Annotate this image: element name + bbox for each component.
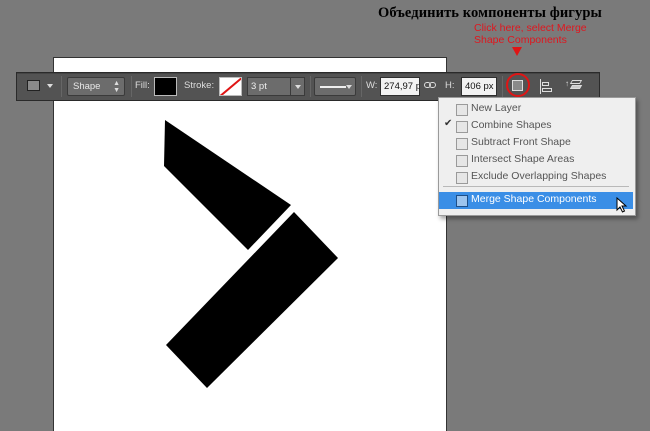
shape-artwork <box>164 120 338 388</box>
height-input[interactable]: 406 px <box>461 77 497 96</box>
menu-item-new-layer[interactable]: New Layer <box>439 101 633 117</box>
height-value: 406 px <box>465 81 494 92</box>
subtract-front-shape-icon <box>456 138 468 150</box>
document-canvas[interactable] <box>53 57 447 431</box>
upper-rectangle-shape <box>164 120 291 250</box>
stroke-type-select[interactable] <box>314 77 356 96</box>
combine-shapes-icon <box>456 121 468 133</box>
link-icon[interactable] <box>424 81 438 91</box>
merge-shape-components-icon <box>456 195 468 207</box>
width-input[interactable]: 274,97 p <box>380 77 420 96</box>
menu-item-label: Combine Shapes <box>471 119 552 131</box>
menu-item-label: Intersect Shape Areas <box>471 153 575 165</box>
width-value: 274,97 p <box>384 81 420 92</box>
highlight-circle <box>506 73 530 97</box>
stroke-label: Stroke: <box>184 80 215 91</box>
menu-item-label: Exclude Overlapping Shapes <box>471 170 607 182</box>
fill-label: Fill: <box>135 80 150 91</box>
path-arrangement-button[interactable]: ↑ <box>564 77 584 96</box>
fill-swatch[interactable] <box>154 77 177 96</box>
new-layer-icon <box>456 104 468 116</box>
chevron-down-icon <box>290 78 304 95</box>
menu-item-label: Subtract Front Shape <box>471 136 571 148</box>
menu-item-intersect-shape-areas[interactable]: Intersect Shape Areas <box>439 152 633 168</box>
menu-item-merge-shape-components[interactable]: Merge Shape Components <box>439 192 633 209</box>
width-label: W: <box>366 80 378 91</box>
spinner-arrows-icon: ▲ ▼ <box>113 80 120 94</box>
menu-item-subtract-front-shape[interactable]: Subtract Front Shape <box>439 135 633 151</box>
tool-preset-picker[interactable] <box>25 77 43 96</box>
annotation-note: Click here, select Merge Shape Component… <box>474 22 587 46</box>
height-label: H: <box>445 80 455 91</box>
stroke-swatch[interactable] <box>219 77 242 96</box>
menu-item-combine-shapes[interactable]: ✔ Combine Shapes <box>439 118 633 134</box>
path-alignment-icon <box>540 79 541 94</box>
mouse-cursor-icon <box>616 197 628 213</box>
menu-item-exclude-overlapping-shapes[interactable]: Exclude Overlapping Shapes <box>439 169 633 185</box>
path-operations-menu: New Layer ✔ Combine Shapes Subtract Fron… <box>438 97 636 216</box>
tool-mode-value: Shape <box>73 81 101 92</box>
menu-item-label: Merge Shape Components <box>471 193 597 205</box>
exclude-overlapping-shapes-icon <box>456 172 468 184</box>
checkmark-icon: ✔ <box>444 118 453 129</box>
chevron-down-icon[interactable] <box>47 84 53 88</box>
menu-divider <box>443 186 629 187</box>
path-alignment-button[interactable] <box>537 77 557 96</box>
line-style-icon <box>320 86 346 88</box>
stroke-width-input[interactable]: 3 pt <box>247 77 305 96</box>
tutorial-heading: Объединить компоненты фигуры <box>378 5 602 21</box>
menu-item-label: New Layer <box>471 102 522 114</box>
no-stroke-icon <box>220 78 241 95</box>
path-arrangement-icon <box>569 80 583 84</box>
tool-mode-select[interactable]: Shape ▲ ▼ <box>67 77 125 96</box>
rectangle-tool-icon <box>27 80 40 91</box>
stroke-width-value: 3 pt <box>251 81 267 92</box>
intersect-shape-areas-icon <box>456 155 468 167</box>
annotation-arrow-icon <box>512 47 522 56</box>
